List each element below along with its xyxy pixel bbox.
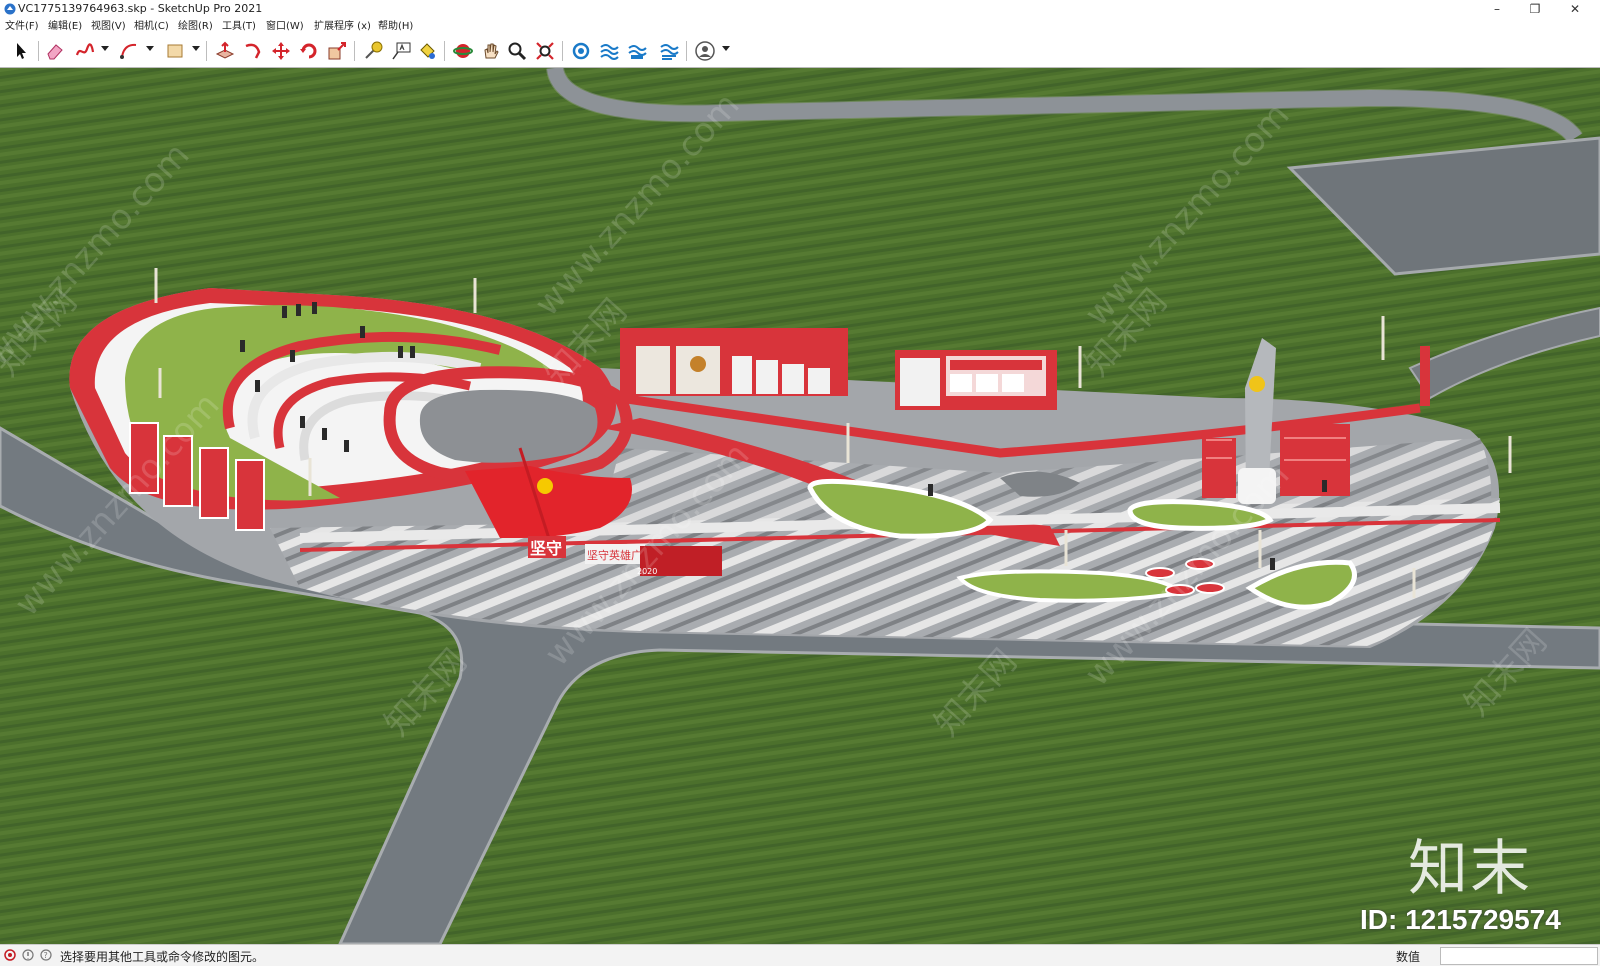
menu-draw[interactable]: 绘图(R) (178, 19, 213, 34)
zoom-icon (508, 42, 527, 61)
follow-me-icon (245, 43, 261, 59)
rectangle-tool[interactable] (164, 40, 186, 62)
paint-bucket-tool[interactable] (416, 40, 438, 62)
eraser-icon (47, 44, 63, 60)
model-viewport[interactable]: 坚守 坚守英雄广场 2020 www.znzmo.com www.znzmo.c… (0, 68, 1600, 944)
arc-icon (120, 43, 137, 59)
account-button[interactable] (694, 40, 716, 62)
toolbar-separator (206, 41, 207, 61)
orbit-icon (453, 44, 473, 58)
svg-text:?: ? (44, 951, 48, 960)
menu-edit[interactable]: 编辑(E) (48, 19, 82, 34)
menu-tools[interactable]: 工具(T) (222, 19, 256, 34)
freehand-icon (75, 43, 95, 56)
toolbar-separator (562, 41, 563, 61)
zoom-tool[interactable] (506, 40, 528, 62)
extension-warehouse-icon (600, 44, 619, 60)
toolbar-separator (686, 41, 687, 61)
extension-warehouse-tool[interactable] (598, 40, 620, 62)
credits-icon[interactable] (22, 949, 34, 961)
model-id-watermark: ID: 1215729574 (1360, 904, 1561, 935)
geolocation-icon[interactable] (4, 949, 16, 961)
account-icon (695, 41, 715, 61)
measurements-input[interactable] (1440, 947, 1598, 965)
select-tool[interactable] (10, 40, 32, 62)
menu-camera[interactable]: 相机(C) (134, 19, 169, 34)
measurements-label: 数值 (1396, 950, 1421, 964)
status-bar: ? 选择要用其他工具或命令修改的图元。 数值 (0, 944, 1600, 966)
toolbar-separator (354, 41, 355, 61)
menu-bar: 文件(F) 编辑(E) 视图(V) 相机(C) 绘图(R) 工具(T) 窗口(W… (0, 18, 1600, 35)
layout-icon (628, 45, 647, 59)
scale-tool[interactable] (326, 40, 348, 62)
exhibition-wall-left (620, 328, 848, 396)
scene-render: 坚守 坚守英雄广场 2020 www.znzmo.com www.znzmo.c… (0, 68, 1600, 944)
push-pull-icon (215, 41, 235, 59)
freehand-tool[interactable] (74, 40, 96, 62)
menu-window[interactable]: 窗口(W) (266, 19, 304, 34)
extension-manager-tool[interactable] (658, 40, 680, 62)
move-tool[interactable] (270, 40, 292, 62)
follow-me-tool[interactable] (242, 40, 264, 62)
zoom-extents-tool[interactable] (534, 40, 556, 62)
flag-sign-text: 坚守 (530, 539, 562, 558)
arc-tool[interactable] (118, 40, 140, 62)
warehouse-tool[interactable] (570, 40, 592, 62)
instructor-icon[interactable]: ? (40, 949, 52, 961)
rotate-icon (300, 43, 317, 59)
warehouse-icon (572, 42, 590, 60)
orbit-tool[interactable] (452, 40, 474, 62)
tape-measure-icon (365, 41, 383, 59)
scale-icon (328, 42, 346, 60)
pan-icon (484, 43, 499, 59)
text-icon (392, 42, 411, 60)
paint-bucket-icon (420, 43, 435, 59)
toolbar-separator (38, 41, 39, 61)
arc-dropdown-icon[interactable] (146, 46, 154, 51)
rectangle-icon (167, 44, 183, 58)
menu-file[interactable]: 文件(F) (5, 19, 39, 34)
brand-logo-watermark: 知末 (1408, 834, 1532, 904)
select-icon (17, 43, 26, 59)
eraser-tool[interactable] (44, 40, 66, 62)
account-dropdown-icon[interactable] (722, 46, 730, 51)
freehand-dropdown-icon[interactable] (101, 46, 109, 51)
title-bar: VC1775139764963.skp - SketchUp Pro 2021 … (0, 0, 1600, 18)
zoom-extents-icon (536, 42, 554, 60)
tape-measure-tool[interactable] (362, 40, 384, 62)
move-icon (272, 42, 290, 60)
menu-help[interactable]: 帮助(H) (378, 19, 413, 34)
main-toolbar (0, 35, 1600, 68)
menu-extensions[interactable]: 扩展程序 (x) (314, 19, 371, 34)
pan-tool[interactable] (480, 40, 502, 62)
layout-tool[interactable] (626, 40, 648, 62)
rectangle-dropdown-icon[interactable] (192, 46, 200, 51)
menu-view[interactable]: 视图(V) (91, 19, 126, 34)
push-pull-tool[interactable] (214, 40, 236, 62)
exhibition-wall-right (895, 350, 1057, 410)
sketchup-app-icon (4, 3, 16, 15)
text-tool[interactable] (390, 40, 412, 62)
window-title: VC1775139764963.skp - SketchUp Pro 2021 (18, 2, 263, 15)
close-button[interactable]: ✕ (1552, 0, 1598, 18)
toolbar-separator (444, 41, 445, 61)
rotate-tool[interactable] (298, 40, 320, 62)
extension-manager-icon (660, 44, 679, 60)
status-hint: 选择要用其他工具或命令修改的图元。 (60, 950, 265, 964)
